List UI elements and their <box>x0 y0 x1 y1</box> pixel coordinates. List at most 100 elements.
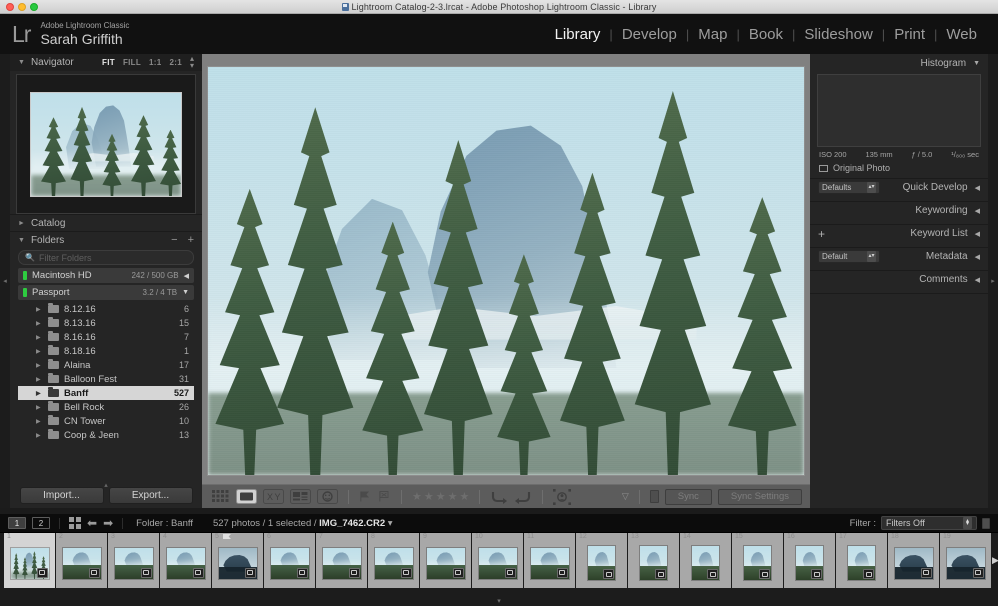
search-icon[interactable]: 🔍 <box>25 253 35 262</box>
survey-view-icon[interactable] <box>290 488 311 505</box>
develop-badge-icon[interactable] <box>297 568 308 578</box>
chevron-icon[interactable]: ◀ <box>184 272 189 280</box>
filmstrip-thumbnail[interactable]: 4 <box>160 533 211 588</box>
chevron-left-icon[interactable]: ◀ <box>975 230 980 238</box>
navigator-zoom-stepper-icon[interactable]: ▴▾ <box>190 56 194 69</box>
crop-overlay-icon[interactable] <box>553 488 571 505</box>
filmstrip-thumbnail[interactable]: 15 <box>732 533 783 588</box>
folder-item-banff[interactable]: ▶Banff527 <box>18 386 194 400</box>
filmstrip-thumbnail[interactable]: 11 <box>524 533 575 588</box>
lightroom-logo[interactable]: Lr <box>12 23 30 46</box>
star-rating[interactable]: ★★★★★ <box>412 490 469 503</box>
filmstrip-thumbnail[interactable]: 13 <box>628 533 679 588</box>
compare-view-icon[interactable]: X Y <box>263 488 284 505</box>
sync-button[interactable]: Sync <box>665 489 712 505</box>
filmstrip-thumbnail[interactable]: 12 <box>576 533 627 588</box>
import-button[interactable]: Import... <box>20 487 104 504</box>
grid-icon[interactable] <box>69 517 81 529</box>
module-slideshow[interactable]: Slideshow <box>795 26 881 43</box>
develop-badge-icon[interactable] <box>89 568 100 578</box>
folder-filter-input[interactable]: 🔍 Filter Folders <box>18 250 194 265</box>
panel-section-quick-develop[interactable]: Defaults▴▾Quick Develop◀ <box>810 178 988 196</box>
folder-item-alaina[interactable]: ▶Alaina17 <box>18 358 194 372</box>
filmstrip-thumbnail[interactable]: 1 <box>4 533 55 588</box>
filmstrip-thumbnail[interactable]: 18 <box>888 533 939 588</box>
metadata-preset-select[interactable]: Default▴▾ <box>818 250 880 263</box>
chevron-left-icon[interactable]: ◀ <box>975 253 980 261</box>
add-folder-button[interactable]: + <box>188 234 194 246</box>
develop-badge-icon[interactable] <box>193 568 204 578</box>
filmstrip-thumbnail[interactable]: 5 <box>212 533 263 588</box>
filmstrip-thumbnail[interactable]: 10 <box>472 533 523 588</box>
develop-badge-icon[interactable] <box>603 569 614 579</box>
filmstrip-thumbnail[interactable]: 9 <box>420 533 471 588</box>
rotate-left-icon[interactable] <box>490 488 508 505</box>
chevron-right-icon[interactable]: ▶ <box>36 348 46 355</box>
panel-section-comments[interactable]: Comments◀ <box>810 270 988 288</box>
develop-badge-icon[interactable] <box>759 569 770 579</box>
develop-badge-icon[interactable] <box>141 568 152 578</box>
rotate-right-icon[interactable] <box>514 488 532 505</box>
histogram-graph[interactable] <box>817 74 981 147</box>
people-view-icon[interactable] <box>317 488 338 505</box>
chevron-left-icon[interactable]: ◀ <box>975 207 980 215</box>
chevron-left-icon[interactable]: ◀ <box>975 184 980 192</box>
chevron-right-icon[interactable]: ▶ <box>36 432 46 439</box>
second-screen-button[interactable]: 2 <box>32 517 50 529</box>
right-panel-nub[interactable]: ▸ <box>988 54 998 508</box>
filmstrip-thumbnail[interactable]: 19 <box>940 533 991 588</box>
arrow-left-icon[interactable]: ⬅ <box>87 516 97 530</box>
lock-icon[interactable] <box>982 518 990 529</box>
catalog-header[interactable]: ► Catalog <box>10 214 202 231</box>
navigator-preview[interactable] <box>16 74 196 214</box>
add-keyword-button[interactable]: + <box>818 227 825 241</box>
develop-badge-icon[interactable] <box>557 568 568 578</box>
filmstrip-thumbnail[interactable]: 2 <box>56 533 107 588</box>
develop-badge-icon[interactable] <box>349 568 360 578</box>
chevron-icon[interactable]: ▼ <box>182 289 189 296</box>
folder-item-cn-tower[interactable]: ▶CN Tower10 <box>18 414 194 428</box>
chevron-right-icon[interactable]: ▶ <box>36 362 46 369</box>
star-2[interactable]: ★ <box>424 490 434 503</box>
chevron-right-icon[interactable]: ▶ <box>36 404 46 411</box>
chevron-updown-icon[interactable]: ▴▾ <box>963 517 972 529</box>
navigator-zoom-fill[interactable]: FILL <box>123 58 141 67</box>
flag-reject-icon[interactable] <box>378 488 391 505</box>
filmstrip[interactable]: 12345678910111213141516171819▶ <box>0 533 998 596</box>
develop-badge-icon[interactable] <box>863 569 874 579</box>
folder-item-balloon-fest[interactable]: ▶Balloon Fest31 <box>18 372 194 386</box>
remove-folder-button[interactable]: − <box>171 234 177 246</box>
original-photo-checkbox-icon[interactable] <box>819 165 828 172</box>
filmstrip-nub[interactable]: ▾ <box>0 596 998 606</box>
loupe-view-icon[interactable] <box>236 488 257 505</box>
develop-badge-icon[interactable] <box>453 568 464 578</box>
filmstrip-thumbnail[interactable]: 7 <box>316 533 367 588</box>
folder-item-8-12-16[interactable]: ▶8.12.166 <box>18 302 194 316</box>
module-develop[interactable]: Develop <box>613 26 686 43</box>
volume-row[interactable]: Macintosh HD242 / 500 GB◀ <box>18 268 194 283</box>
export-button[interactable]: Export... <box>109 487 193 504</box>
main-screen-button[interactable]: 1 <box>8 517 26 529</box>
folder-item-8-16-16[interactable]: ▶8.16.167 <box>18 330 194 344</box>
toolbar-toggle-icon[interactable]: ▽ <box>622 488 629 505</box>
chevron-right-icon[interactable]: ► <box>18 220 25 227</box>
main-photo[interactable] <box>207 66 805 476</box>
folders-header[interactable]: ▼ Folders − + <box>10 231 202 248</box>
develop-badge-icon[interactable] <box>973 568 984 578</box>
sync-lock-icon[interactable] <box>650 490 659 503</box>
filter-select[interactable]: Filters Off ▴▾ <box>881 516 977 530</box>
module-book[interactable]: Book <box>740 26 792 43</box>
filmstrip-thumbnail[interactable]: 6 <box>264 533 315 588</box>
sync-settings-button[interactable]: Sync Settings <box>718 489 802 505</box>
arrow-right-icon[interactable]: ➡ <box>103 516 113 530</box>
module-map[interactable]: Map <box>689 26 736 43</box>
panel-section-keyword-list[interactable]: +Keyword List◀ <box>810 224 988 242</box>
chevron-right-icon[interactable]: ▶ <box>36 418 46 425</box>
filmstrip-thumbnail[interactable]: 16 <box>784 533 835 588</box>
develop-badge-icon[interactable] <box>37 568 48 578</box>
develop-badge-icon[interactable] <box>401 568 412 578</box>
develop-badge-icon[interactable] <box>655 569 666 579</box>
module-web[interactable]: Web <box>937 26 986 43</box>
develop-badge-icon[interactable] <box>245 568 256 578</box>
filmstrip-thumbnail[interactable]: 17 <box>836 533 887 588</box>
